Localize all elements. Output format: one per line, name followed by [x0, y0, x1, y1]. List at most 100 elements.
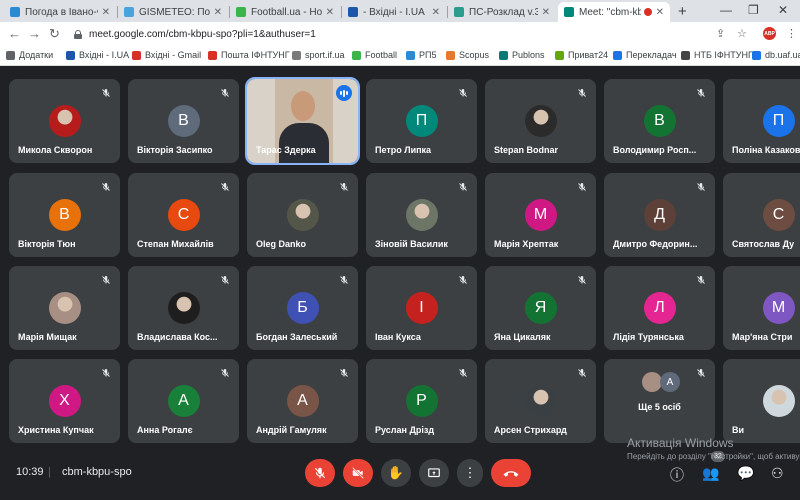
- more-menu-icon[interactable]: ⋮: [786, 27, 797, 40]
- participant-tile[interactable]: Я Яна Цикаляк: [485, 266, 596, 350]
- participant-tile[interactable]: Б Богдан Залеський: [247, 266, 358, 350]
- more-options-button[interactable]: ⋮: [457, 459, 483, 487]
- muted-mic-icon: [457, 273, 469, 285]
- participant-tile[interactable]: Р Руслан Дрізд: [366, 359, 477, 443]
- participant-tile[interactable]: А Андрій Гамуляк: [247, 359, 358, 443]
- tab-weather[interactable]: Погода в Івано-Фра✕: [4, 2, 116, 22]
- participant-tile[interactable]: Микола Скворон: [9, 79, 120, 163]
- participant-tile[interactable]: П Поліна Казаков: [723, 79, 800, 163]
- participant-tile[interactable]: В Вікторія Засипко: [128, 79, 239, 163]
- bookmark-football[interactable]: Football: [352, 50, 397, 60]
- bookmark-mail-ifntung[interactable]: Пошта ІФНТУНГ: [208, 50, 290, 60]
- divider: |: [48, 466, 51, 478]
- participant-tile[interactable]: Oleg Danko: [247, 173, 358, 257]
- back-arrow-icon[interactable]: ←: [8, 26, 21, 41]
- bookmark-iua[interactable]: Вхідні - I.UA: [66, 50, 129, 60]
- participant-name: Іван Кукса: [375, 332, 421, 342]
- gismeteo-favicon-icon: [124, 7, 134, 17]
- participant-avatar: С: [762, 199, 795, 231]
- leave-call-button[interactable]: [491, 459, 531, 487]
- forward-arrow-icon[interactable]: →: [28, 26, 41, 41]
- participant-avatar: М: [762, 292, 795, 324]
- participant-tile[interactable]: А Анна Рогалє: [128, 359, 239, 443]
- close-tab-icon[interactable]: ✕: [214, 7, 222, 18]
- participant-tile[interactable]: А Ще 5 осіб: [604, 359, 715, 443]
- participant-tile[interactable]: С Святослав Ду: [723, 173, 800, 257]
- minimize-icon[interactable]: —: [720, 3, 732, 17]
- participant-tile[interactable]: Владислава Кос...: [128, 266, 239, 350]
- new-tab-plus-icon[interactable]: +: [678, 3, 687, 20]
- close-tab-icon[interactable]: ✕: [542, 7, 550, 18]
- participant-photo: [762, 385, 795, 417]
- participant-name: Марія Хрептак: [494, 239, 559, 249]
- participant-tile[interactable]: Арсен Стрихард: [485, 359, 596, 443]
- participant-name: Марія Мищак: [18, 332, 77, 342]
- close-tab-icon[interactable]: ✕: [656, 7, 664, 18]
- close-tab-icon[interactable]: ✕: [102, 7, 110, 18]
- participant-photo: [524, 385, 557, 417]
- tab-gismeteo[interactable]: GISMETEO: Погода✕: [118, 2, 228, 22]
- tab-football[interactable]: Football.ua - Новос✕: [230, 2, 340, 22]
- present-screen-button[interactable]: [419, 459, 449, 487]
- muted-mic-icon: [576, 86, 588, 98]
- bookmark-apps[interactable]: Додатки: [6, 50, 53, 60]
- maximize-icon[interactable]: ❐: [748, 3, 759, 17]
- adblock-icon[interactable]: ABP: [763, 27, 776, 40]
- bookmark-star-icon[interactable]: ☆: [737, 27, 747, 40]
- participant-avatar: А: [286, 385, 319, 417]
- bookmark-privat24[interactable]: Приват24: [555, 50, 608, 60]
- participant-tile[interactable]: Л Лідія Турянська: [604, 266, 715, 350]
- bookmark-translate[interactable]: Перекладач: [613, 50, 677, 60]
- participant-name: Микола Скворон: [18, 145, 93, 155]
- bookmark-publons[interactable]: Publons: [499, 50, 545, 60]
- address-bar[interactable]: meet.google.com/cbm-kbpu-spo?pli=1&authu…: [74, 25, 674, 43]
- chat-icon[interactable]: 💬: [737, 465, 754, 482]
- bookmark-ntb[interactable]: НТБ ІФНТУНГ: [681, 50, 753, 60]
- muted-mic-icon: [219, 86, 231, 98]
- participant-name: Вікторія Засипко: [137, 145, 213, 155]
- camera-off-button[interactable]: [343, 459, 373, 487]
- raise-hand-button[interactable]: ✋: [381, 459, 411, 487]
- participant-tile[interactable]: М Марія Хрептак: [485, 173, 596, 257]
- tab-meet[interactable]: Meet: "cbm-kbpu ✕: [558, 2, 670, 22]
- share-icon[interactable]: ⇪: [716, 27, 725, 40]
- bookmark-scopus[interactable]: Scopus: [446, 50, 489, 60]
- info-icon[interactable]: ⓘ: [670, 465, 684, 485]
- participant-tile[interactable]: В Вікторія Тюн: [9, 173, 120, 257]
- translate-icon: [613, 50, 622, 60]
- participant-tile[interactable]: Тарас Здерка: [245, 77, 360, 165]
- participant-tile[interactable]: Stepan Bodnar: [485, 79, 596, 163]
- bookmark-sport[interactable]: sport.if.ua: [292, 50, 345, 60]
- close-tab-icon[interactable]: ✕: [326, 7, 334, 18]
- participant-tile[interactable]: М Мар'яна Стри: [723, 266, 800, 350]
- participant-tile[interactable]: П Петро Липка: [366, 79, 477, 163]
- participant-tile[interactable]: Зіновій Василик: [366, 173, 477, 257]
- participant-tile[interactable]: В Володимир Росп...: [604, 79, 715, 163]
- recording-dot-icon: [643, 8, 652, 16]
- tab-schedule[interactable]: ПС-Розклад v.3.8.2✕: [448, 2, 556, 22]
- participant-tile[interactable]: С Степан Михайлів: [128, 173, 239, 257]
- participant-tile[interactable]: Марія Мищак: [9, 266, 120, 350]
- people-icon[interactable]: 👥: [702, 465, 719, 482]
- tab-iua-inbox[interactable]: - Вхідні - I.UA ✕: [342, 2, 446, 22]
- participant-name: Степан Михайлів: [137, 239, 214, 249]
- close-tab-icon[interactable]: ✕: [432, 7, 440, 18]
- bookmarks-bar: Додатки Вхідні - I.UA Вхідні - Gmail Пош…: [0, 46, 800, 66]
- bookmark-dbuaf[interactable]: db.uaf.ua: [752, 50, 800, 60]
- participant-tile[interactable]: І Іван Кукса: [366, 266, 477, 350]
- participant-tile[interactable]: Х Христина Купчак: [9, 359, 120, 443]
- participant-avatar: Л: [643, 292, 676, 324]
- participant-avatar: П: [405, 105, 438, 137]
- globe-icon: [292, 50, 301, 60]
- close-window-icon[interactable]: ✕: [778, 3, 788, 17]
- mic-off-button[interactable]: [305, 459, 335, 487]
- reload-icon[interactable]: ↻: [49, 26, 60, 42]
- participant-tile[interactable]: Д Дмитро Федорин...: [604, 173, 715, 257]
- muted-mic-icon: [338, 180, 350, 192]
- bookmark-rp5[interactable]: РП5: [406, 50, 436, 60]
- watermark-text: Перейдіть до розділу "Настройки", щоб ак…: [627, 452, 800, 461]
- participant-tile[interactable]: Ви: [723, 359, 800, 443]
- bookmark-gmail[interactable]: Вхідні - Gmail: [132, 50, 201, 60]
- activities-icon[interactable]: ⚇: [771, 465, 784, 482]
- mic-off-icon: [314, 467, 326, 479]
